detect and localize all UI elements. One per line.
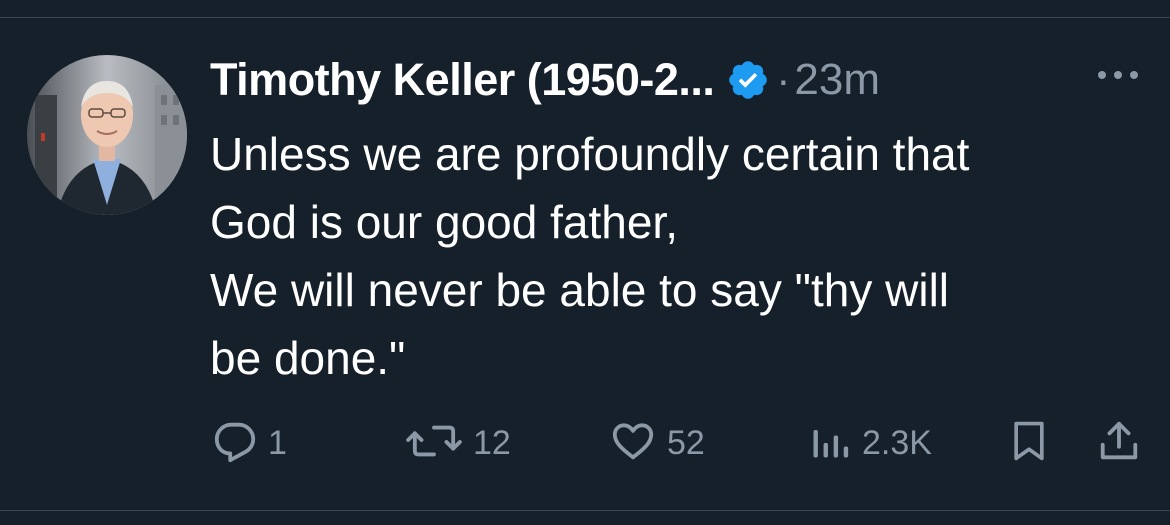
more-horizontal-icon (1096, 68, 1140, 86)
views-chart-icon (808, 418, 852, 469)
views-button[interactable]: 2.3K (808, 415, 932, 471)
tweet-actions: 1 12 52 2.3K (0, 415, 1170, 471)
heart-icon (609, 418, 657, 469)
retweet-button[interactable]: 12 (405, 415, 511, 471)
reply-icon (212, 418, 258, 469)
bookmark-icon (1007, 418, 1051, 469)
author-name[interactable]: Timothy Keller (1950-2... (210, 54, 715, 106)
more-options-button[interactable] (1093, 62, 1143, 92)
retweet-count: 12 (473, 423, 511, 462)
author-avatar[interactable] (27, 55, 187, 215)
tweet-text-line: be done." (210, 332, 406, 384)
tweet-text-line: Unless we are profoundly certain that (210, 128, 970, 180)
bookmark-button[interactable] (1007, 415, 1051, 471)
views-count: 2.3K (862, 423, 932, 462)
header-separator: · (776, 56, 791, 103)
share-button[interactable] (1096, 415, 1142, 471)
reply-count: 1 (268, 423, 287, 462)
reply-button[interactable]: 1 (212, 415, 287, 471)
top-divider (0, 17, 1170, 18)
tweet-text-line: God is our good father, (210, 196, 678, 248)
tweet-text: Unless we are profoundly certain that Go… (210, 120, 1145, 392)
retweet-icon (405, 418, 463, 469)
share-icon (1096, 418, 1142, 469)
like-button[interactable]: 52 (609, 415, 705, 471)
timestamp[interactable]: 23m (794, 55, 880, 105)
verified-badge-icon (726, 58, 770, 102)
tweet-header: Timothy Keller (1950-2... · 23m (210, 52, 880, 108)
tweet-text-line: We will never be able to say "thy will (210, 264, 950, 316)
bottom-divider (0, 510, 1170, 511)
like-count: 52 (667, 423, 705, 462)
